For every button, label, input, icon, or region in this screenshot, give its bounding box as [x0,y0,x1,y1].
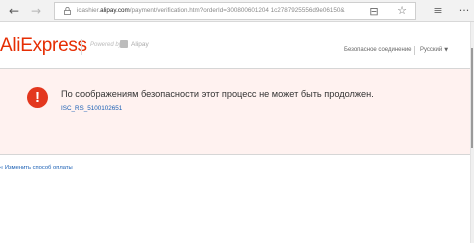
site-header: AliExpress Powered by Alipay Безопасное … [0,22,474,68]
lock-icon [64,7,71,15]
reader-view-icon[interactable]: ⊟ [366,4,382,20]
url-domain: alipay.com [100,7,130,14]
scrollbar-thumb[interactable] [471,48,473,148]
url-prefix: icashier. [77,7,101,14]
hub-icon[interactable]: ≡ [430,3,446,19]
more-icon[interactable]: ··· [456,3,472,19]
change-payment-method-link[interactable]: « Изменить способ оплаты [0,165,73,171]
chevron-down-icon: ▼ [444,47,449,53]
back-icon[interactable]: ← [6,3,22,19]
browser-toolbar: ← → icashier.alipay.com/payment/verifica… [0,0,474,22]
error-exclamation-icon: ! [27,87,48,108]
url-path: /payment/verification.htm?orderId=300800… [129,7,345,14]
error-message: По соображениям безопасности этот процес… [61,89,374,99]
alipay-icon [120,40,128,48]
divider [0,154,470,155]
error-code: ISC_RS_5100102651 [61,105,123,112]
header-separator [414,46,415,55]
alipay-label: Alipay [131,41,149,48]
powered-by-label: Powered by [90,42,122,48]
address-bar[interactable]: icashier.alipay.com/payment/verification… [54,2,416,20]
error-panel: ! По соображениям безопасности этот проц… [0,68,470,154]
secure-connection-link[interactable]: Безопасное соединение [344,47,412,53]
language-select[interactable]: Русский ▼ [420,47,448,53]
favorite-star-icon[interactable]: ☆ [394,3,410,19]
aliexpress-logo[interactable]: AliExpress [0,35,87,57]
logo-divider [81,39,82,55]
language-label: Русский [420,47,443,53]
forward-icon[interactable]: → [28,3,44,19]
